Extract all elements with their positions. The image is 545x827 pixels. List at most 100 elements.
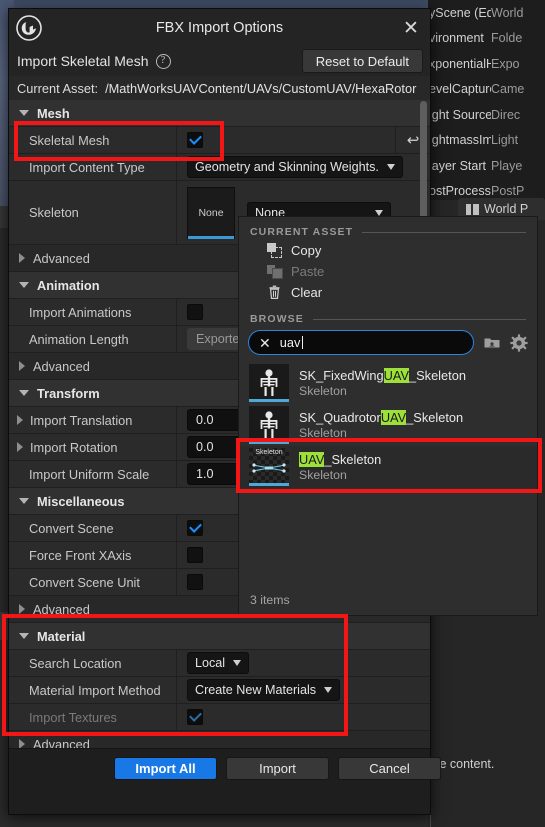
- search-match-highlight: UAV: [299, 452, 325, 467]
- property-label-text: Import Content Type: [29, 159, 145, 175]
- asset-list-item[interactable]: SK_FixedWingUAV_Skeleton Skeleton: [239, 362, 537, 404]
- close-icon[interactable]: ✕: [400, 17, 422, 39]
- outliner-row-name: ostProcessV: [429, 184, 491, 199]
- trash-icon: [267, 285, 282, 300]
- property-label-text: Convert Scene: [29, 520, 114, 536]
- menu-item-copy-label: Copy: [291, 243, 322, 258]
- dialog-title: FBX Import Options: [155, 19, 284, 36]
- search-bar-row: ✕ uav: [239, 327, 537, 355]
- current-asset-label: Current Asset:: [17, 80, 99, 96]
- outliner-row-type: PostP: [491, 184, 525, 199]
- checkbox[interactable]: [187, 520, 203, 536]
- search-input[interactable]: ✕ uav: [248, 330, 474, 355]
- property-label-text: Import Uniform Scale: [29, 466, 150, 482]
- outliner-row[interactable]: ight Source Direc: [428, 102, 545, 128]
- property-control: [177, 704, 430, 730]
- asset-meta: UAV_Skeleton Skeleton: [299, 452, 381, 482]
- chevron-down-icon[interactable]: [19, 633, 29, 639]
- asset-list-item[interactable]: SK_QuadrotorUAV_Skeleton Skeleton: [239, 404, 537, 446]
- property-control: [177, 127, 395, 153]
- checkbox[interactable]: [187, 709, 203, 725]
- asset-list-item[interactable]: Skeleton UAV_Skeleton Skeleton: [239, 446, 537, 488]
- outliner-row-type: Expo: [491, 56, 520, 71]
- outliner-row[interactable]: evelCapture Came: [428, 77, 545, 103]
- uav-preview-svg: [252, 462, 286, 473]
- property-label-text: Force Front XAxis: [29, 547, 132, 563]
- dropdown[interactable]: Local: [187, 652, 250, 674]
- advanced-label: Advanced: [33, 250, 90, 266]
- cancel-button[interactable]: Cancel: [338, 757, 441, 780]
- category-header-material[interactable]: Material: [9, 623, 430, 650]
- chevron-right-icon[interactable]: [19, 253, 25, 263]
- property-label: Convert Scene: [9, 515, 177, 541]
- outliner-row-name: evelCapture: [429, 82, 491, 97]
- property-label: Skeletal Mesh: [9, 127, 177, 153]
- outliner-row-type: Playe: [491, 158, 523, 173]
- gear-icon[interactable]: [510, 333, 528, 352]
- filter-folder-icon-svg: [484, 338, 500, 347]
- outliner-row[interactable]: xponentialHeExpo: [428, 51, 545, 77]
- import-all-button[interactable]: Import All: [114, 757, 217, 780]
- outliner-row-name: xponentialHe: [429, 56, 491, 71]
- dropdown[interactable]: Create New Materials: [187, 679, 341, 701]
- asset-type: Skeleton: [299, 468, 347, 482]
- chevron-down-icon: [375, 209, 383, 216]
- dropdown[interactable]: Geometry and Skinning Weights.: [187, 156, 403, 178]
- asset-meta: SK_QuadrotorUAV_Skeleton Skeleton: [299, 410, 463, 440]
- search-match-highlight: UAV: [383, 368, 410, 383]
- outliner-row[interactable]: layer Start Playe: [428, 153, 545, 179]
- property-row: Import Textures: [9, 704, 430, 731]
- trash-icon-svg: [269, 285, 280, 299]
- asset-type: Skeleton: [299, 384, 347, 398]
- outliner-row-type: Came: [491, 82, 525, 97]
- clear-x-icon[interactable]: ✕: [259, 336, 271, 350]
- world-outliner-list[interactable]: yScene (EditoWorldvironmentFoldexponenti…: [428, 0, 545, 200]
- checkbox[interactable]: [187, 574, 203, 590]
- help-icon[interactable]: ?: [155, 53, 171, 69]
- dropdown-value: Local: [195, 656, 226, 670]
- import-button[interactable]: Import: [226, 757, 329, 780]
- outliner-row[interactable]: yScene (EditoWorld: [428, 0, 545, 26]
- search-match-highlight: UAV: [380, 410, 407, 425]
- outliner-row-name: vironment: [429, 31, 484, 46]
- category-label: Transform: [37, 385, 100, 401]
- dialog-footer: Import All Import Cancel: [9, 748, 441, 814]
- skeleton-asset-picker[interactable]: CURRENT ASSET Copy Paste Clear BROWSE ✕ …: [238, 216, 538, 616]
- grid-icon: [466, 203, 479, 215]
- current-asset-heading: CURRENT ASSET: [250, 226, 354, 238]
- category-header-mesh[interactable]: Mesh: [9, 100, 430, 127]
- checkbox[interactable]: [187, 132, 203, 148]
- search-input-value: uav: [279, 335, 301, 350]
- menu-item-clear-label: Clear: [291, 285, 323, 300]
- chevron-down-icon[interactable]: [19, 390, 29, 396]
- asset-name: UAV_Skeleton: [299, 452, 382, 467]
- outliner-row[interactable]: ightmassImpLight: [428, 128, 545, 154]
- chevron-down-icon[interactable]: [19, 110, 29, 116]
- menu-item-clear[interactable]: Clear: [239, 282, 537, 303]
- chevron-right-icon[interactable]: [19, 361, 25, 371]
- property-row: Skeletal Mesh ↩: [9, 127, 430, 154]
- chevron-down-icon: [324, 687, 333, 693]
- checkbox[interactable]: [187, 547, 203, 563]
- browse-heading: BROWSE: [250, 313, 304, 325]
- property-control: Local: [177, 650, 430, 676]
- paste-icon: [267, 264, 283, 279]
- chevron-right-icon[interactable]: [17, 442, 23, 452]
- dialog-subheader: Import Skeletal Mesh ? Reset to Default: [9, 46, 430, 76]
- items-count-label: 3 items: [250, 593, 290, 607]
- chevron-right-icon[interactable]: [17, 415, 23, 425]
- asset-thumbnail[interactable]: None: [187, 186, 235, 239]
- checkbox[interactable]: [187, 304, 203, 320]
- menu-item-paste: Paste: [239, 261, 537, 282]
- asset-results-list[interactable]: SK_FixedWingUAV_Skeleton Skeleton SK_Quadr…: [239, 362, 537, 488]
- property-label: Search Location: [9, 650, 177, 676]
- filter-folder-icon[interactable]: [483, 334, 501, 352]
- chevron-down-icon[interactable]: [19, 498, 29, 504]
- chevron-right-icon[interactable]: [19, 604, 25, 614]
- property-label: Convert Scene Unit: [9, 569, 177, 595]
- chevron-down-icon[interactable]: [19, 282, 29, 288]
- outliner-row[interactable]: vironment Folde: [428, 26, 545, 52]
- menu-item-copy[interactable]: Copy: [239, 240, 537, 261]
- outliner-row-name: ight Source: [429, 107, 491, 122]
- reset-to-default-button[interactable]: Reset to Default: [301, 49, 423, 73]
